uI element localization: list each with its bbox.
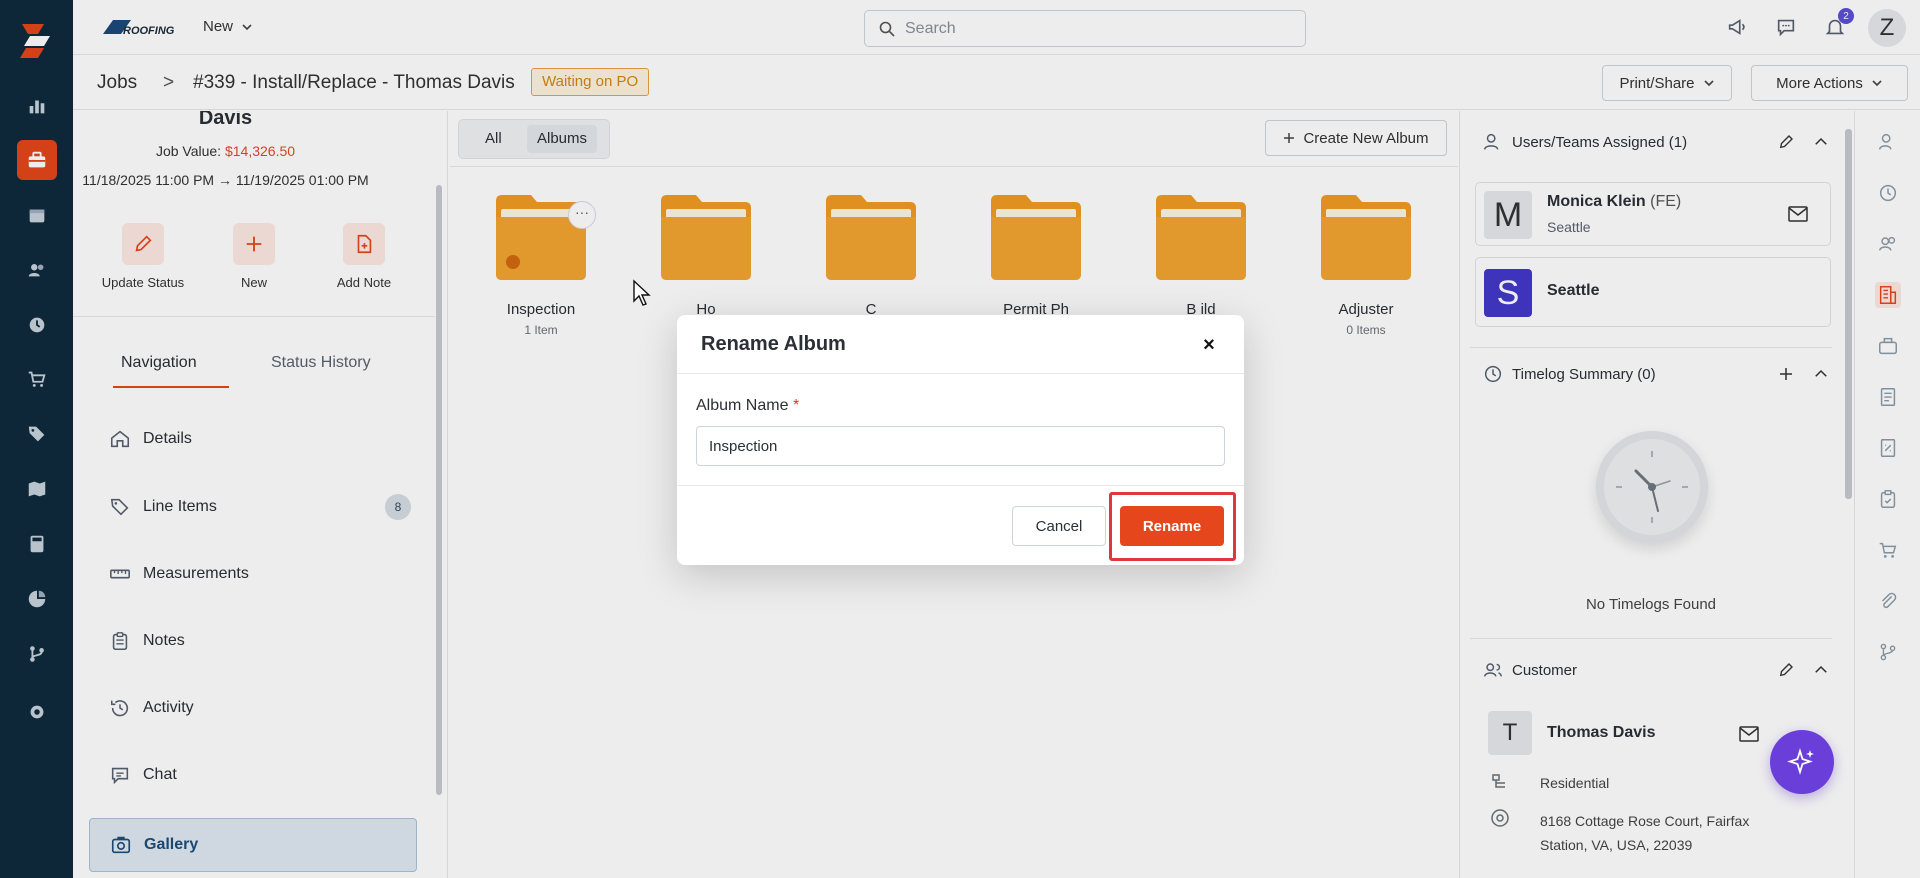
cancel-button[interactable]: Cancel bbox=[1012, 506, 1106, 546]
rename-button[interactable]: Rename bbox=[1120, 506, 1224, 546]
close-icon[interactable]: × bbox=[1197, 333, 1221, 357]
divider bbox=[677, 485, 1244, 486]
divider bbox=[677, 373, 1244, 374]
album-name-input[interactable] bbox=[696, 426, 1225, 466]
required-indicator: * bbox=[792, 397, 800, 414]
mouse-cursor-icon bbox=[633, 279, 651, 306]
sparkle-icon bbox=[1787, 747, 1814, 776]
dialog-title: Rename Album bbox=[701, 333, 846, 355]
ai-assistant-button[interactable] bbox=[1770, 730, 1834, 794]
album-name-label: Album Name * bbox=[696, 397, 799, 415]
album-name-label-text: Album Name bbox=[696, 397, 789, 414]
rename-album-dialog: Rename Album × Album Name * Cancel Renam… bbox=[677, 315, 1244, 565]
